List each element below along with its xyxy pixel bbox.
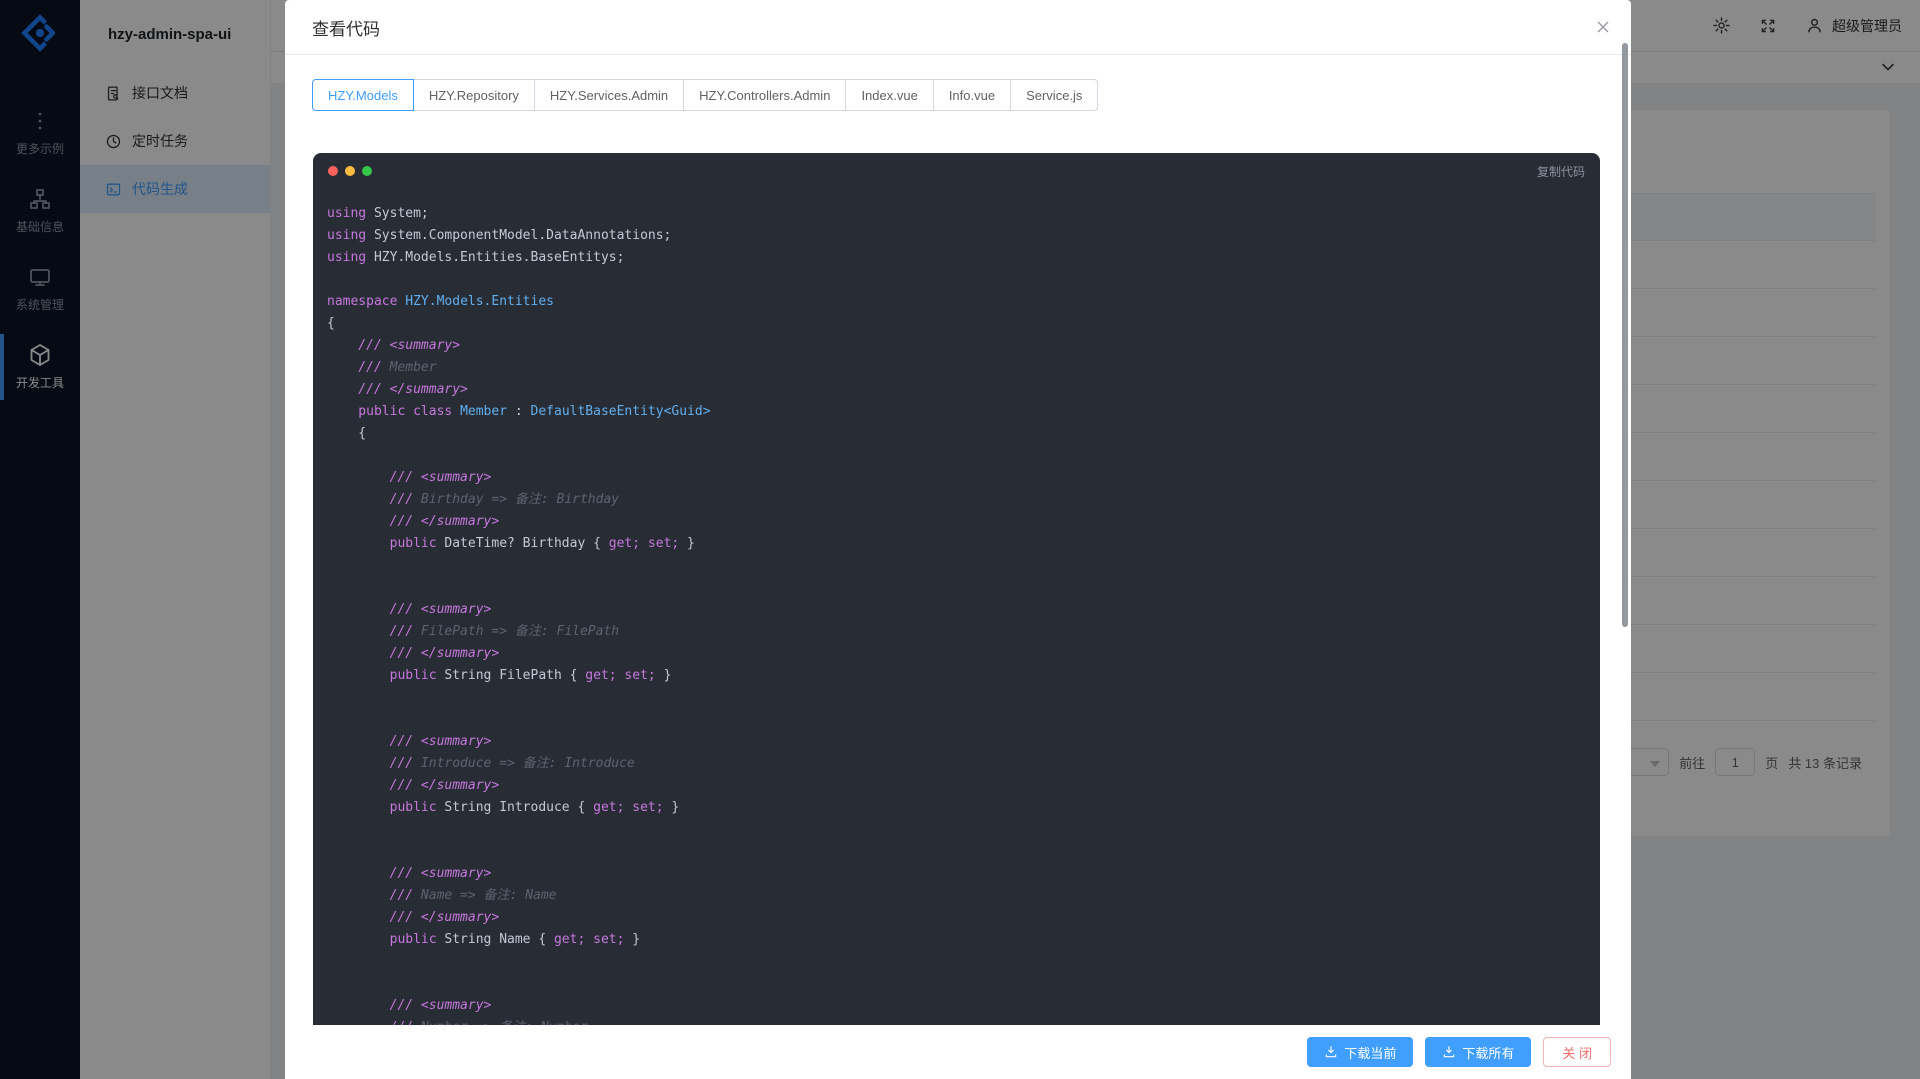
traffic-light-red-icon bbox=[328, 166, 338, 176]
download-icon bbox=[1324, 1045, 1338, 1059]
code-titlebar: 复制代码 bbox=[313, 153, 1600, 189]
tab-hzy-controllers-admin[interactable]: HZY.Controllers.Admin bbox=[683, 79, 846, 111]
tab-hzy-repository[interactable]: HZY.Repository bbox=[413, 79, 535, 111]
download-all-button[interactable]: 下载所有 bbox=[1425, 1037, 1531, 1067]
dialog-header: 查看代码 bbox=[285, 0, 1631, 55]
download-icon bbox=[1442, 1045, 1456, 1059]
copy-code-button[interactable]: 复制代码 bbox=[1537, 163, 1585, 180]
dialog-title: 查看代码 bbox=[312, 15, 380, 40]
traffic-light-yellow-icon bbox=[345, 166, 355, 176]
download-current-button[interactable]: 下载当前 bbox=[1307, 1037, 1413, 1067]
close-button[interactable]: 关 闭 bbox=[1543, 1037, 1611, 1067]
dialog-footer: 下载当前 下载所有 关 闭 bbox=[285, 1025, 1631, 1079]
code-file-tabs: HZY.ModelsHZY.RepositoryHZY.Services.Adm… bbox=[312, 79, 1631, 111]
code-content: using System;using System.ComponentModel… bbox=[313, 189, 1600, 1025]
view-code-dialog: 查看代码 HZY.ModelsHZY.RepositoryHZY.Service… bbox=[285, 0, 1631, 1079]
code-viewer: 复制代码 using System;using System.Component… bbox=[313, 153, 1600, 1025]
traffic-light-green-icon bbox=[362, 166, 372, 176]
dialog-scrollbar-thumb[interactable] bbox=[1622, 43, 1628, 627]
tab-info-vue[interactable]: Info.vue bbox=[933, 79, 1011, 111]
close-icon[interactable] bbox=[1595, 19, 1611, 35]
tab-index-vue[interactable]: Index.vue bbox=[845, 79, 933, 111]
tab-service-js[interactable]: Service.js bbox=[1010, 79, 1098, 111]
tab-hzy-services-admin[interactable]: HZY.Services.Admin bbox=[534, 79, 684, 111]
tab-hzy-models[interactable]: HZY.Models bbox=[312, 79, 414, 111]
